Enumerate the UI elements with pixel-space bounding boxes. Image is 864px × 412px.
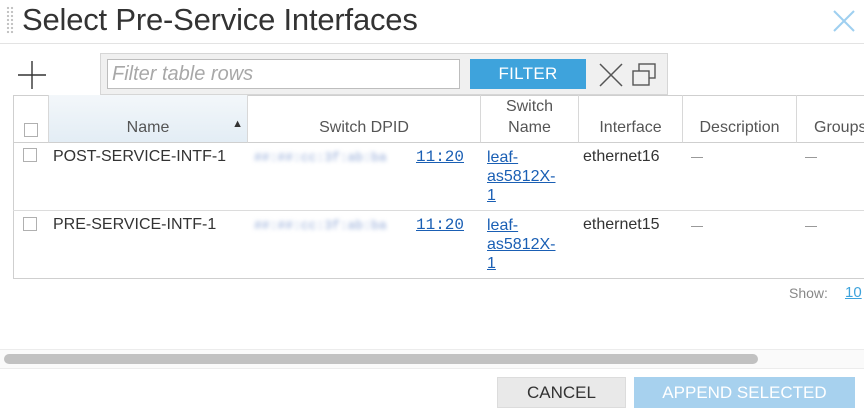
scrollbar-thumb[interactable] xyxy=(4,354,758,364)
column-header-interface[interactable]: Interface xyxy=(579,95,683,143)
column-header-groups[interactable]: Groups xyxy=(797,95,864,143)
column-header-name[interactable]: Name ▲ xyxy=(49,95,248,143)
filter-button[interactable]: FILTER xyxy=(470,59,586,89)
row-checkbox[interactable] xyxy=(23,148,37,162)
append-selected-button[interactable]: APPEND SELECTED xyxy=(634,377,855,408)
column-label-switch-dpid: Switch DPID xyxy=(319,119,409,136)
row-switch-name-link[interactable]: leaf- as5812X- 1 xyxy=(487,216,567,273)
row-description-empty xyxy=(691,157,703,158)
row-description-empty xyxy=(691,226,703,227)
column-label-switch-name: Switch Name xyxy=(505,98,554,136)
filter-input[interactable] xyxy=(107,59,460,89)
row-dpid-link[interactable]: 11:20 xyxy=(416,148,464,166)
column-header-switch-name[interactable]: Switch Name xyxy=(481,95,579,143)
row-switch-name-link[interactable]: leaf- as5812X- 1 xyxy=(487,148,567,205)
clear-filter-icon[interactable] xyxy=(598,62,624,88)
column-header-description[interactable]: Description xyxy=(683,95,797,143)
row-interface: ethernet16 xyxy=(583,148,660,165)
row-checkbox[interactable] xyxy=(23,217,37,231)
row-divider xyxy=(13,210,864,211)
page-size-label: Show: xyxy=(789,285,828,301)
title-divider xyxy=(0,43,864,44)
row-interface: ethernet15 xyxy=(583,216,660,233)
page-size-select[interactable]: 10 xyxy=(845,284,862,301)
column-label-description: Description xyxy=(699,119,780,136)
close-icon[interactable] xyxy=(828,4,860,36)
dialog-title: Select Pre-Service Interfaces xyxy=(22,2,418,37)
dpid-redacted: ##:##:cc:3f:ab:ba xyxy=(254,218,387,233)
sort-ascending-icon: ▲ xyxy=(232,118,243,130)
row-name: POST-SERVICE-INTF-1 xyxy=(53,148,227,165)
plus-icon[interactable] xyxy=(14,58,50,92)
select-all-checkbox[interactable] xyxy=(23,123,38,137)
column-label-name: Name xyxy=(126,119,170,136)
row-dpid-link[interactable]: 11:20 xyxy=(416,216,464,234)
popout-window-icon[interactable] xyxy=(630,61,658,89)
column-label-groups: Groups xyxy=(814,119,864,136)
row-groups-empty xyxy=(805,157,817,158)
select-all-header xyxy=(13,95,49,143)
row-name: PRE-SERVICE-INTF-1 xyxy=(53,216,217,233)
cancel-button[interactable]: CANCEL xyxy=(497,377,626,408)
drag-handle-icon[interactable] xyxy=(6,6,14,34)
column-label-interface: Interface xyxy=(599,119,662,136)
column-header-switch-dpid[interactable]: Switch DPID xyxy=(248,95,481,143)
dpid-redacted: ##:##:cc:3f:ab:ba xyxy=(254,150,387,165)
row-groups-empty xyxy=(805,226,817,227)
